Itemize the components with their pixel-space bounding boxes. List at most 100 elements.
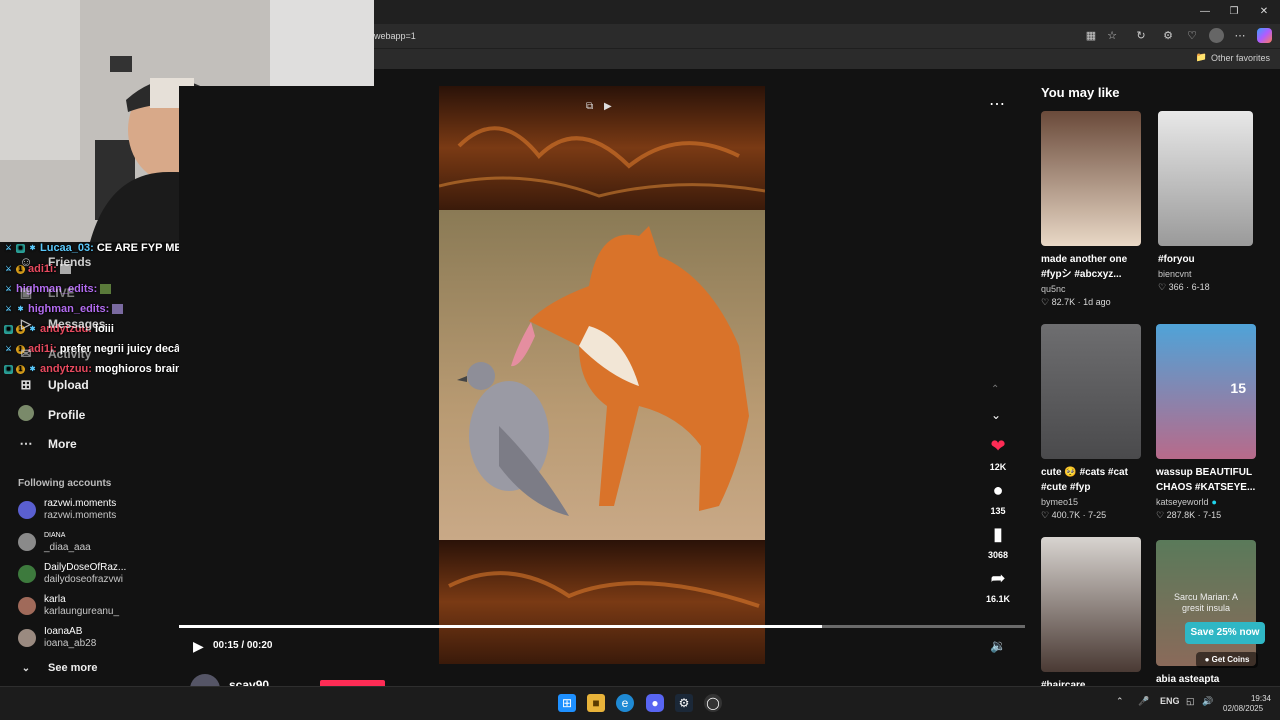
comment-count: 135 [990, 506, 1006, 516]
video-card[interactable]: #foryou biencvnt ♡ 366 · 6-18 [1158, 111, 1258, 293]
save-offer-button[interactable]: Save 25% now [1185, 622, 1265, 644]
play-icon[interactable]: ▶ [193, 638, 204, 655]
nav-friends[interactable]: ☺ Friends [18, 254, 91, 269]
nav-upload[interactable]: ⊞ Upload [18, 377, 89, 393]
pip-icon[interactable]: ⧉ [586, 101, 600, 113]
copilot-icon[interactable] [1257, 28, 1272, 43]
share-icon: ➦ [990, 568, 1006, 588]
other-favorites-label: Other favorites [1210, 52, 1270, 63]
nav-label: LIVE [48, 286, 75, 300]
file-explorer-icon[interactable]: ■ [587, 694, 605, 712]
account-handle: ioana_ab28 [44, 638, 97, 649]
restore-icon[interactable]: ❐ [1224, 4, 1244, 20]
live-icon: ▣ [19, 285, 33, 300]
profile-avatar-icon[interactable] [1209, 28, 1224, 43]
star-badge-icon: ✱ [17, 305, 24, 313]
video-frame[interactable] [439, 86, 765, 664]
progress-bar[interactable] [179, 625, 1025, 628]
account-handle: _diaa_aaa [44, 542, 91, 553]
messages-icon: ▷ [21, 316, 31, 331]
discord-icon[interactable]: ● [646, 694, 664, 712]
sword-badge-icon: ⚔ [5, 285, 12, 293]
bookmark-button[interactable]: ▮ 3068 [983, 524, 1013, 560]
following-account[interactable]: DIANA _diaa_aaa [18, 530, 91, 554]
star-badge-icon: ✱ [29, 244, 36, 252]
card-title: abia asteapta [1156, 674, 1220, 685]
more-options-icon[interactable]: ⋯ [989, 94, 1005, 114]
like-button[interactable]: ❤ 12K [983, 436, 1013, 472]
video-card[interactable]: #haircare [1041, 537, 1141, 693]
like-count: 287.8K [1166, 510, 1196, 520]
avatar [18, 565, 36, 583]
speaker-icon[interactable]: 🔊 [1202, 696, 1213, 707]
avatar [18, 629, 36, 647]
nav-activity[interactable]: ✉ Activity [18, 346, 92, 362]
sub-badge-icon: ■ [4, 364, 13, 374]
address-bar[interactable]: webapp=1 [374, 27, 1074, 45]
sword-badge-icon: ⚔ [5, 244, 12, 252]
avatar [18, 501, 36, 519]
obs-icon[interactable]: ◯ [704, 694, 722, 712]
chevron-down-icon[interactable]: ⌄ [991, 408, 1001, 422]
nav-live[interactable]: ▣ LIVE [18, 285, 75, 301]
chat-username: andytzuu: [40, 363, 92, 375]
see-more-button[interactable]: ⌄ See more [18, 662, 98, 674]
following-account[interactable]: razvwi.moments razvwi.moments [18, 498, 116, 522]
star-badge-icon: ✱ [29, 365, 36, 373]
account-name: IoanaAB [44, 626, 83, 637]
like-count: 400.7K [1051, 510, 1081, 520]
chat-message: ■ 1 ✱ andytzuu: moghioros brainrot [4, 363, 196, 375]
heart-extension-icon[interactable]: ♡ [1184, 28, 1200, 44]
minimize-icon[interactable]: — [1195, 4, 1215, 20]
chevron-up-icon[interactable]: ⌃ [991, 384, 999, 395]
mini-player-icon[interactable]: ▶ [604, 101, 618, 113]
card-author: katseyeworld ● [1156, 497, 1256, 507]
account-name: razvwi.moments [44, 498, 117, 509]
card-meta: ♡ 82.7K · 1d ago [1041, 297, 1111, 307]
nav-messages[interactable]: ▷ Messages [18, 316, 105, 332]
taskbar [0, 686, 1280, 720]
see-more-label: See more [48, 662, 98, 674]
get-coins-button[interactable]: ● Get Coins [1196, 652, 1258, 668]
clock-date: 02/08/2025 [1223, 704, 1264, 713]
wifi-icon[interactable]: ◱ [1186, 696, 1195, 707]
extensions-icon[interactable]: ⚙ [1160, 28, 1176, 44]
refresh-icon[interactable]: ↻ [1133, 28, 1149, 44]
windows-start-icon[interactable]: ⊞ [558, 694, 576, 712]
tray-chevron-icon[interactable]: ⌃ [1116, 696, 1124, 707]
friends-icon: ☺ [19, 254, 33, 269]
steam-icon[interactable]: ⚙ [675, 694, 693, 712]
upload-icon: ⊞ [20, 377, 32, 392]
nav-profile[interactable]: Profile [18, 405, 85, 424]
card-meta: ♡ 287.8K · 7-15 [1156, 510, 1222, 520]
video-card[interactable]: cute 🥺 #cats #cat #cute #fyp bymeo15 ♡ 4… [1041, 324, 1141, 521]
share-button[interactable]: ➦ 16.1K [983, 568, 1013, 604]
favorite-star-icon[interactable]: ☆ [1104, 28, 1120, 44]
card-date: 7-15 [1203, 510, 1222, 520]
following-account[interactable]: karla karlaungureanu_ [18, 594, 119, 618]
edge-icon[interactable]: e [616, 694, 634, 712]
like-count: 82.7K [1051, 297, 1076, 307]
nav-more[interactable]: ⋯ More [18, 436, 77, 452]
menu-dots-icon[interactable]: ⋯ [1232, 28, 1248, 44]
microphone-icon[interactable]: 🎤 [1138, 696, 1149, 707]
video-card[interactable]: 15 wassup BEAUTIFUL CHAOS #KATSEYE... ka… [1156, 324, 1256, 521]
following-account[interactable]: IoanaAB ioana_ab28 [18, 626, 96, 650]
favorites-bar [374, 48, 1280, 69]
other-favorites[interactable]: 📁 Other favorites [1196, 52, 1270, 63]
card-thumbnail [1041, 537, 1141, 672]
following-account[interactable]: DailyDoseOfRaz... dailydoseofrazvwi [18, 562, 126, 586]
volume-icon[interactable]: 🔉 [990, 638, 1006, 654]
clock[interactable]: 19:34 [1245, 693, 1271, 704]
card-title: #foryou [1158, 254, 1195, 265]
language-indicator[interactable]: ENG [1160, 696, 1180, 706]
thumbnail-caption: Sarcu Marian: A gresit insula [1173, 592, 1239, 613]
more-icon: ⋯ [19, 436, 33, 451]
card-date: 1d ago [1083, 297, 1111, 307]
bookmark-count: 3068 [987, 550, 1009, 560]
comment-button[interactable]: ● 135 [983, 480, 1013, 516]
reader-icon[interactable]: ▦ [1083, 28, 1099, 44]
video-card[interactable]: made another one #fypシ #abcxyz... qu5nc … [1041, 111, 1141, 308]
close-icon[interactable]: ✕ [1254, 4, 1274, 20]
nav-label: More [48, 437, 77, 451]
